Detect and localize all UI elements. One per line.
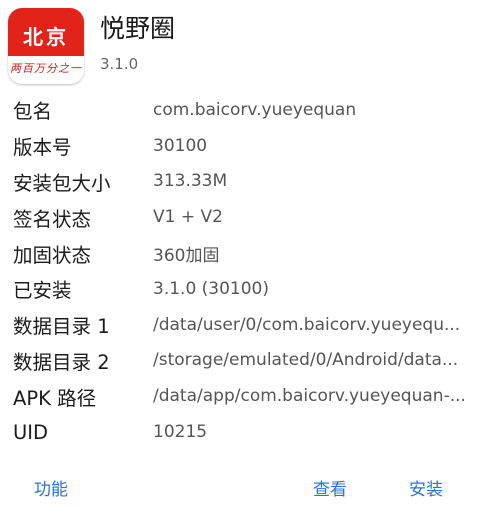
info-label: 安装包大小 <box>13 171 111 195</box>
info-value[interactable]: 3.1.0 (30100) <box>153 279 475 299</box>
info-label: 已安装 <box>13 279 72 303</box>
info-row-hardening-status: 加固状态 360加固 <box>13 235 475 271</box>
info-row-version-code: 版本号 30100 <box>13 128 475 164</box>
app-info-list: 包名 com.baicorv.yueyequan 版本号 30100 安装包大小… <box>13 92 475 450</box>
dialog-actions: 功能 查看 安装 <box>0 470 483 508</box>
app-title: 悦野圈 <box>100 14 176 43</box>
info-row-uid: UID 10215 <box>13 414 475 450</box>
info-row-data-dir-1: 数据目录 1 /data/user/0/com.baicorv.yueyequ.… <box>13 307 475 343</box>
info-value[interactable]: 30100 <box>153 136 475 156</box>
app-version: 3.1.0 <box>100 55 139 73</box>
icon-logo-text: 北京 <box>23 25 69 49</box>
info-value[interactable]: 10215 <box>153 422 475 442</box>
info-row-signature-status: 签名状态 V1 + V2 <box>13 199 475 235</box>
app-icon: 北京 两百万分之一 <box>8 8 84 84</box>
info-value[interactable]: /data/user/0/com.baicorv.yueyequ... <box>153 315 475 335</box>
info-value[interactable]: V1 + V2 <box>153 207 475 227</box>
info-value[interactable]: 313.33M <box>153 171 475 191</box>
info-value[interactable]: /data/app/com.baicorv.yueyequan-... <box>153 386 475 406</box>
info-row-package-name: 包名 com.baicorv.yueyequan <box>13 92 475 128</box>
info-row-package-size: 安装包大小 313.33M <box>13 164 475 200</box>
function-button[interactable]: 功能 <box>34 470 68 508</box>
info-label: 版本号 <box>13 136 72 160</box>
info-label: UID <box>13 420 49 444</box>
app-header: 北京 两百万分之一 悦野圈 3.1.0 <box>8 8 468 84</box>
info-label: 数据目录 2 <box>13 350 110 374</box>
info-label: 签名状态 <box>13 207 92 231</box>
info-row-installed-version: 已安装 3.1.0 (30100) <box>13 271 475 307</box>
info-row-data-dir-2: 数据目录 2 /storage/emulated/0/Android/data.… <box>13 343 475 379</box>
info-label: APK 路径 <box>13 386 97 410</box>
view-button[interactable]: 查看 <box>313 470 347 508</box>
info-value[interactable]: /storage/emulated/0/Android/data... <box>153 350 475 370</box>
info-row-apk-path: APK 路径 /data/app/com.baicorv.yueyequan-.… <box>13 378 475 414</box>
info-value[interactable]: 360加固 <box>153 241 475 266</box>
info-label: 加固状态 <box>13 243 92 267</box>
app-info-dialog: 北京 两百万分之一 悦野圈 3.1.0 包名 com.baicorv.yueye… <box>0 0 483 508</box>
icon-tagline: 两百万分之一 <box>10 62 82 75</box>
info-label: 包名 <box>13 100 53 124</box>
info-label: 数据目录 1 <box>13 315 110 339</box>
info-value[interactable]: com.baicorv.yueyequan <box>153 100 475 120</box>
install-button[interactable]: 安装 <box>409 470 443 508</box>
